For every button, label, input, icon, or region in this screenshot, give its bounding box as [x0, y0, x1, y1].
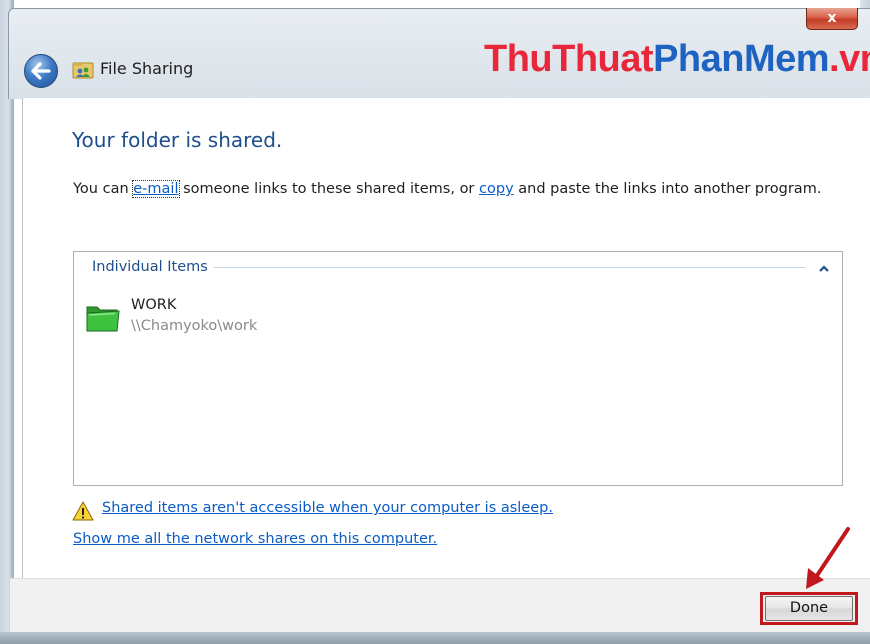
- desc-prefix: You can: [73, 181, 134, 197]
- copy-link[interactable]: copy: [479, 181, 514, 197]
- back-arrow-icon: [31, 62, 51, 80]
- email-link[interactable]: e-mail: [132, 180, 180, 198]
- share-description: You can e-mail someone links to these sh…: [73, 180, 822, 198]
- close-icon: x: [827, 10, 837, 26]
- desc-middle: someone links to these shared items, or: [178, 181, 480, 197]
- file-sharing-window: x File Sharing ThuThuatPhanMem.vn Your f…: [0, 0, 870, 644]
- watermark-part3: .vn: [829, 38, 870, 80]
- done-button[interactable]: Done: [765, 596, 853, 621]
- page-heading: Your folder is shared.: [72, 128, 283, 152]
- file-sharing-icon: [72, 62, 94, 79]
- collapse-group-button[interactable]: [816, 260, 832, 276]
- network-shares-link[interactable]: Show me all the network shares on this c…: [73, 531, 437, 547]
- warning-icon: [72, 501, 94, 521]
- asleep-warning-link[interactable]: Shared items aren't accessible when your…: [102, 500, 553, 516]
- item-path: \\Chamyoko\work: [131, 318, 258, 334]
- group-header-label: Individual Items: [92, 259, 214, 275]
- watermark-part2: PhanMem: [653, 38, 830, 80]
- desc-suffix: and paste the links into another program…: [513, 181, 822, 197]
- back-button[interactable]: [24, 54, 58, 88]
- window-frame-bottom: [0, 632, 870, 644]
- item-name: WORK: [131, 297, 177, 313]
- watermark-part1: ThuThuat: [484, 38, 654, 80]
- close-button[interactable]: x: [806, 8, 858, 30]
- folder-icon: [86, 306, 120, 332]
- shared-items-list: Individual Items WORK \\Chamyoko\work: [73, 251, 843, 486]
- window-title: File Sharing: [100, 59, 194, 78]
- footer-bar: [10, 578, 870, 635]
- watermark-logo: ThuThuatPhanMem.vn: [484, 38, 870, 81]
- chevron-up-icon: [819, 265, 829, 272]
- red-arrow-annotation: [806, 527, 850, 589]
- group-divider: [214, 267, 806, 268]
